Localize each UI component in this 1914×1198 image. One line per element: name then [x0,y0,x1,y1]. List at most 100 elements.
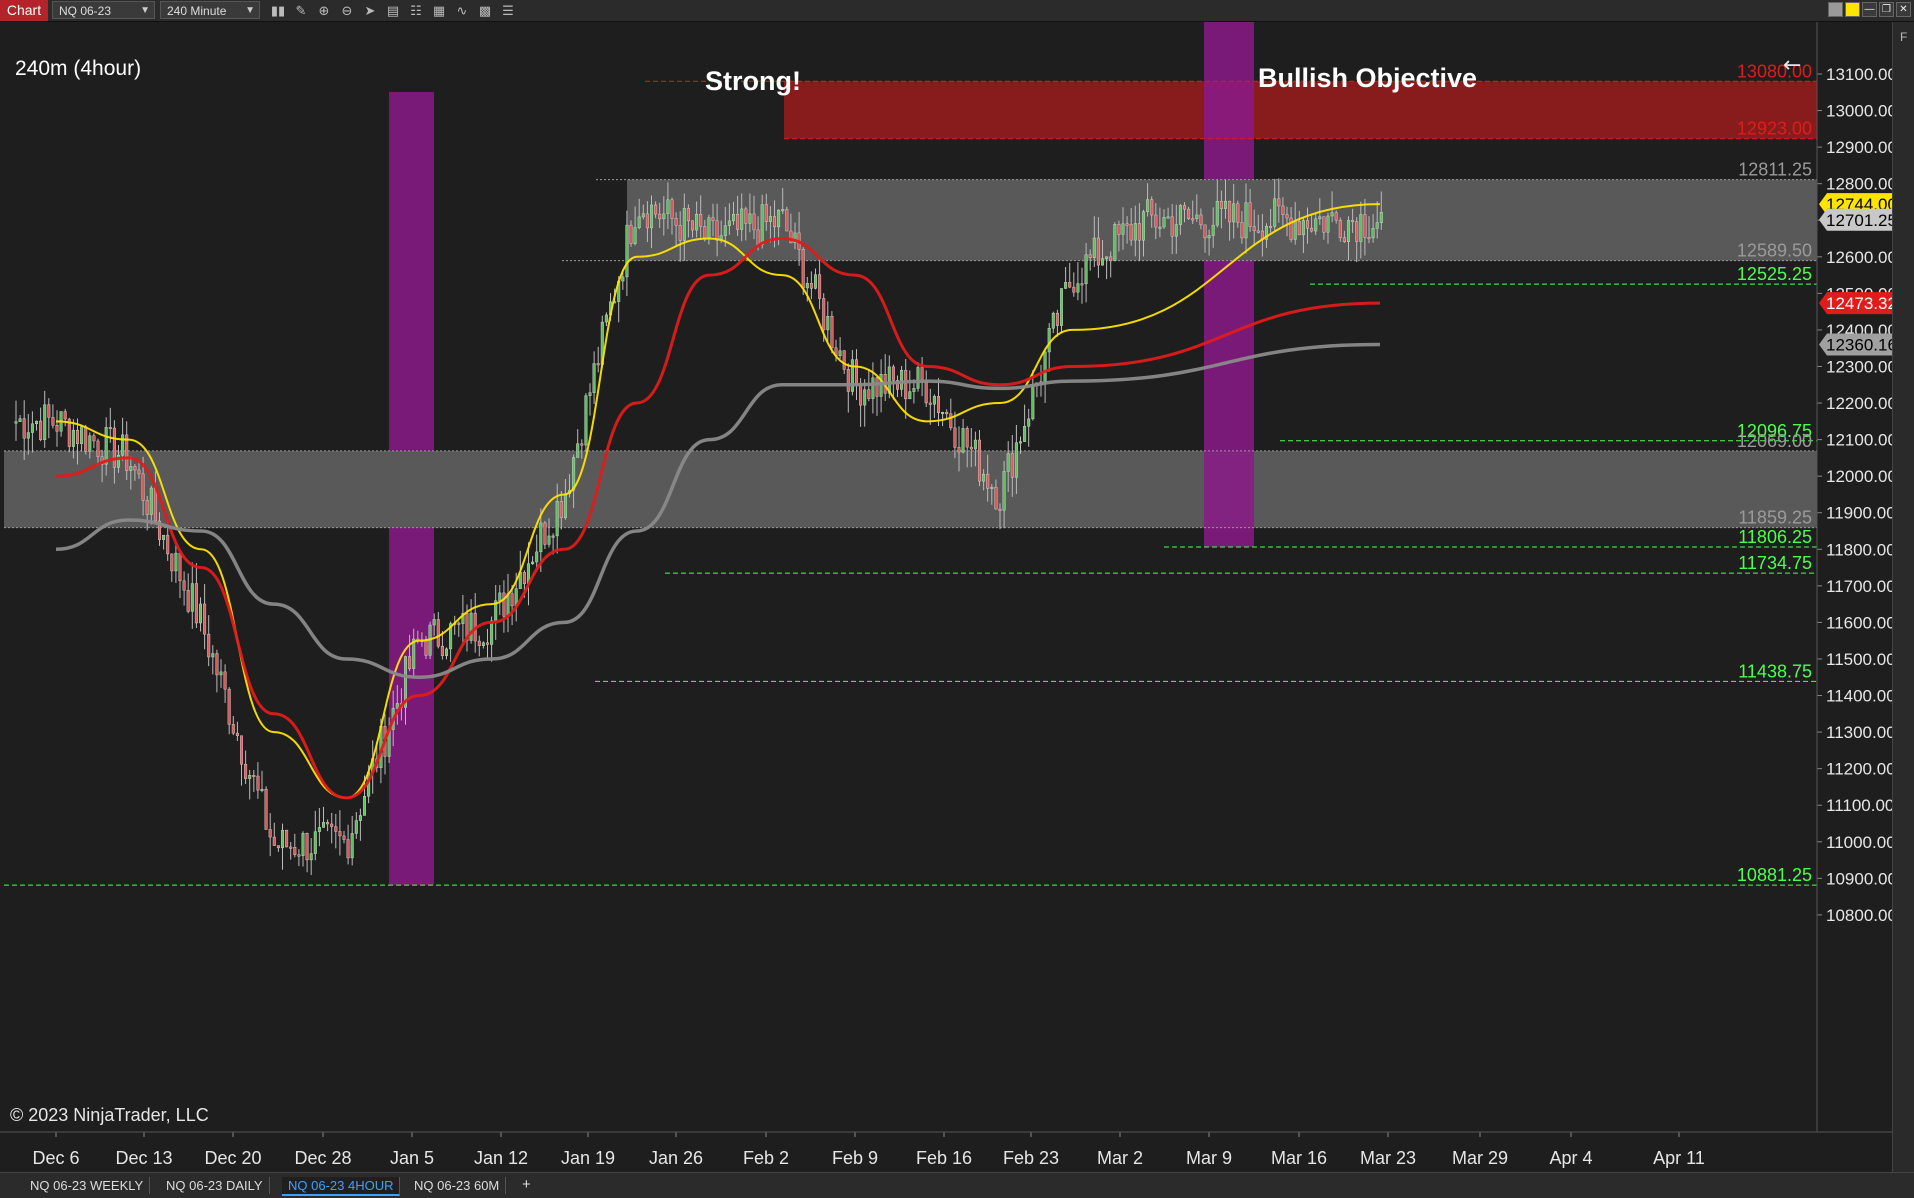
candle-body [1141,211,1145,241]
candle-body [477,640,481,646]
chart-window-tab[interactable]: Chart [0,0,48,21]
candle-body [953,427,957,448]
pointer-icon[interactable]: ➤ [360,2,380,19]
candle-body [264,788,268,830]
time-tick-label: Mar 16 [1271,1148,1327,1168]
candle-body [1228,200,1232,223]
candle-body [80,426,84,444]
candle-body [1014,442,1018,478]
candle-body [990,486,994,489]
candle-body [740,208,744,230]
side-f-label[interactable]: F [1900,30,1907,44]
candle-body [231,724,235,734]
candle-body [949,413,953,429]
candle-body [1064,282,1068,289]
data-box-icon[interactable]: ▩ [475,2,495,19]
candle-body [198,603,202,624]
candle-body [297,854,301,857]
properties-icon[interactable]: ▤ [383,2,403,19]
tab-nq-4hour[interactable]: NQ 06-23 4HOUR [282,1177,401,1196]
candle-body [1240,222,1244,239]
candle-body [809,283,813,289]
candle-body [47,404,51,418]
level-label: 11859.25 [1738,508,1812,528]
candle-body [1187,208,1191,219]
candle-body [863,389,867,406]
time-tick-label: Feb 2 [743,1148,789,1168]
price-chart[interactable]: 13080.0012923.0012811.2512589.5012525.25… [0,22,1892,1172]
candle-body [1129,224,1133,241]
time-tick-label: Feb 16 [916,1148,972,1168]
list-icon[interactable]: ☰ [498,2,518,19]
candle-body [629,224,633,244]
candle-body [654,204,658,215]
minimize-icon[interactable]: — [1862,2,1877,17]
color-swatch-icon[interactable] [1828,2,1843,17]
candle-body [756,229,760,246]
candle-body [203,603,207,635]
tab-nq-weekly[interactable]: NQ 06-23 WEEKLY [24,1177,151,1194]
highlight-swatch-icon[interactable] [1845,2,1860,17]
candle-body [178,552,182,582]
templates-icon[interactable]: ∿ [452,2,472,19]
time-tick-label: Dec 28 [294,1148,351,1168]
candle-body [744,208,748,224]
candle-body [1232,203,1236,223]
draw-icon[interactable]: ✎ [291,2,311,19]
candle-body [818,274,822,299]
candle-body [867,389,871,399]
upper-gray-zone [627,179,1817,261]
candle-body [855,359,859,385]
chevron-down-icon: ▼ [245,5,255,16]
indicators-icon[interactable]: ▦ [429,2,449,19]
candle-body [445,648,449,656]
zoom-out-icon[interactable]: ⊖ [337,2,357,19]
candle-body [1244,202,1248,239]
candle-body [1363,214,1367,238]
candle-body [75,429,79,444]
candle-body [748,213,752,224]
candle-body [682,208,686,241]
candle-body [1068,282,1072,288]
candle-body [285,829,289,848]
candle-body [814,274,818,289]
close-icon[interactable]: ✕ [1896,2,1911,17]
strategy-icon[interactable]: ☷ [406,2,426,19]
candle-body [736,214,740,230]
back-arrow-icon[interactable]: ← [1783,53,1801,78]
candle-body [1297,221,1301,236]
candle-body [30,423,34,433]
price-tick-label: 10900.00 [1826,869,1892,888]
zoom-in-icon[interactable]: ⊕ [314,2,334,19]
candle-body [469,612,473,641]
instrument-selector[interactable]: NQ 06-23 ▼ [52,1,155,19]
chevron-down-icon: ▼ [140,5,150,16]
add-tab-button[interactable]: + [522,1176,531,1193]
candle-body [313,831,317,854]
candle-body [149,487,153,515]
interval-selector[interactable]: 240 Minute ▼ [160,1,260,19]
candle-body [945,412,949,415]
tab-nq-daily[interactable]: NQ 06-23 DAILY [160,1177,270,1194]
candle-body [596,363,600,366]
time-zone-jan5-upper [389,92,434,451]
candle-body [707,217,711,239]
candle-body [908,391,912,400]
candle-body [941,412,945,415]
candle-body [88,435,92,452]
candle-body [662,213,666,220]
candle-body [211,653,215,658]
candle-body [555,501,559,537]
price-tick-label: 12300.00 [1826,357,1892,376]
candle-body [805,283,809,289]
price-tag-label: 12360.16 [1826,335,1892,354]
restore-icon[interactable]: ❐ [1879,2,1894,17]
candle-body [207,633,211,658]
candle-body [982,473,986,482]
time-zone-mar9-lower [1204,260,1254,547]
candle-body [252,775,256,777]
candle-body [563,493,567,518]
candle-body [1031,384,1035,420]
tab-nq-60m[interactable]: NQ 06-23 60M [408,1177,507,1194]
bar-type-icon[interactable]: ▮▮ [268,2,288,19]
